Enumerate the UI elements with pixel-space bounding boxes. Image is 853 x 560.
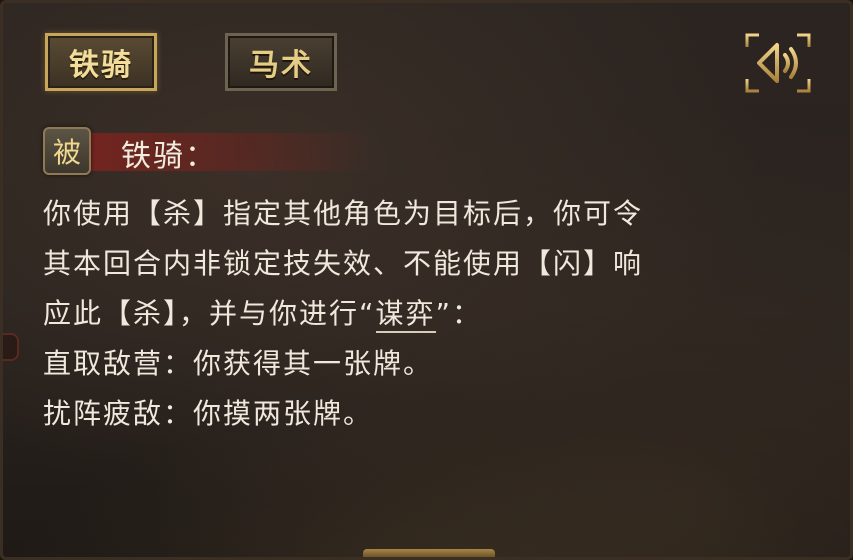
voice-button[interactable] — [741, 29, 815, 97]
skill-name: 铁骑： — [121, 139, 217, 174]
skill-description: 你使用【杀】指定其他角色为目标后，你可令 其本回合内非锁定技失效、不能使用【闪】… — [43, 189, 833, 439]
bottom-ornament — [363, 549, 495, 557]
description-text: ”： — [435, 297, 483, 330]
skill-header: 被 铁骑： — [43, 127, 403, 175]
description-text: 应此【杀】，并与你进行“ — [43, 297, 376, 330]
tab-tieqi[interactable]: 铁骑 — [45, 33, 157, 91]
keyword-mouyi-link[interactable]: 谋弈 — [375, 297, 436, 333]
tab-mashu[interactable]: 马术 — [225, 33, 337, 91]
passive-badge: 被 — [43, 127, 91, 175]
skill-info-panel: 铁骑 马术 被 铁骑： 你使用【杀】指定其他角色为目标后，你可令 其本回合内非锁… — [0, 0, 853, 560]
option-line-raozhen: 扰阵疲敌：你摸两张牌。 — [43, 397, 374, 430]
option-line-zhiqu: 直取敌营：你获得其一张牌。 — [43, 347, 434, 380]
speaker-icon — [745, 33, 811, 93]
side-tab-nub — [3, 333, 19, 361]
description-line: 应此【杀】，并与你进行“谋弈”： — [43, 289, 833, 339]
skill-header-highlight — [73, 133, 373, 171]
description-line: 你使用【杀】指定其他角色为目标后，你可令 — [43, 197, 644, 230]
description-line: 其本回合内非锁定技失效、不能使用【闪】响 — [43, 247, 644, 280]
